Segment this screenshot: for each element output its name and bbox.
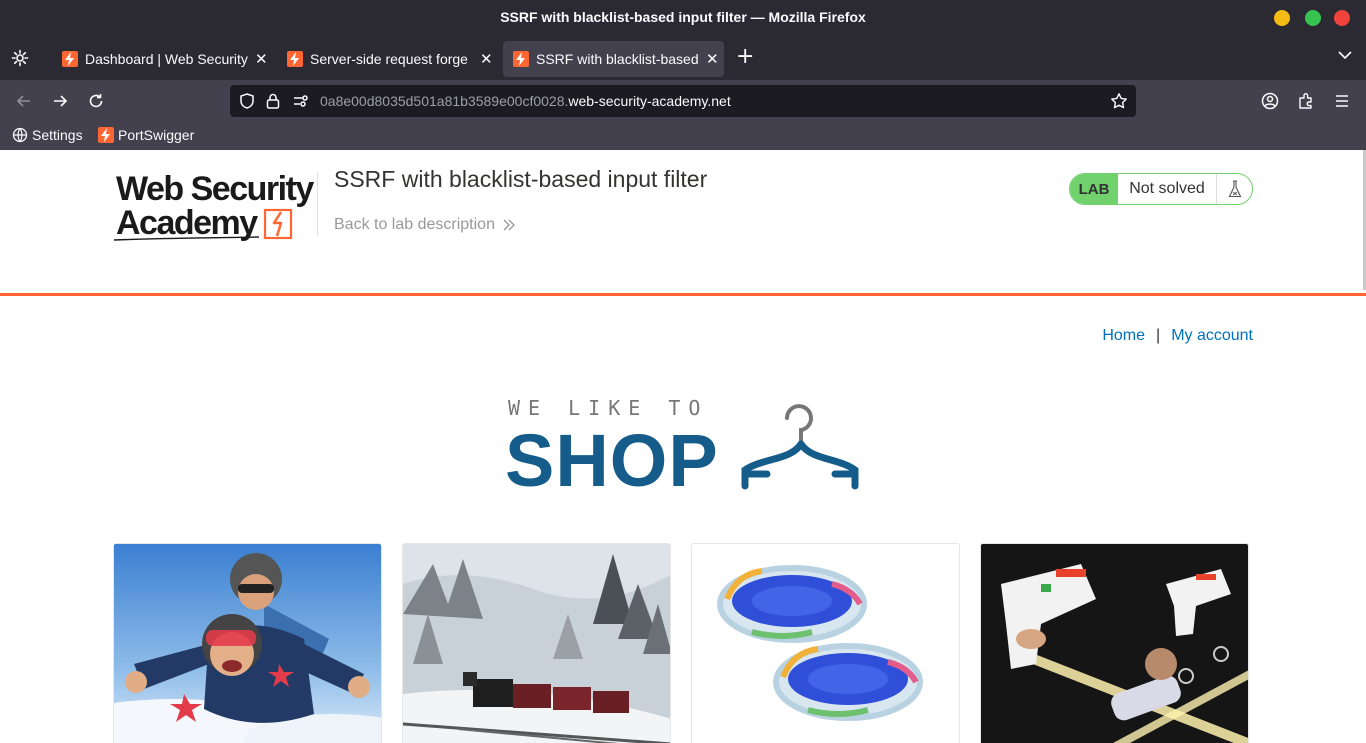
minimize-button[interactable] bbox=[1274, 10, 1290, 26]
double-chevron-right-icon bbox=[503, 219, 515, 231]
tab-ssrf-topic[interactable]: Server-side request forge ✕ bbox=[277, 41, 495, 77]
svg-text:Web Security: Web Security bbox=[116, 170, 314, 208]
maximize-button[interactable] bbox=[1305, 10, 1321, 26]
close-icon[interactable]: ✕ bbox=[706, 50, 719, 68]
tab-label: SSRF with blacklist-based bbox=[536, 51, 699, 67]
close-icon[interactable]: ✕ bbox=[480, 50, 493, 68]
lab-status-text: Not solved bbox=[1118, 174, 1217, 204]
portswigger-icon bbox=[98, 127, 114, 143]
menu-icon[interactable] bbox=[1332, 91, 1352, 111]
skydiving-product-image[interactable] bbox=[114, 544, 382, 743]
top-navigation: Home | My account bbox=[1102, 327, 1253, 345]
snowy-train-product-image[interactable] bbox=[403, 544, 671, 743]
bookmark-star-icon[interactable] bbox=[1110, 92, 1128, 110]
lab-tag: LAB bbox=[1070, 174, 1118, 204]
url-domain: web-security-academy.net bbox=[568, 93, 731, 109]
window-titlebar: SSRF with blacklist-based input filter —… bbox=[0, 0, 1366, 36]
url-subdomain: 0a8e00d8035d501a81b3589e00cf0028. bbox=[320, 93, 569, 109]
shop-banner-title: SHOP bbox=[505, 419, 719, 502]
nav-separator: | bbox=[1156, 327, 1161, 344]
product-card[interactable] bbox=[691, 543, 960, 743]
tab-label: Dashboard | Web Security bbox=[85, 51, 248, 67]
url-bar[interactable]: 0a8e00d8035d501a81b3589e00cf0028.web-sec… bbox=[230, 85, 1136, 117]
lock-icon[interactable] bbox=[265, 92, 281, 110]
lab-title: SSRF with blacklist-based input filter bbox=[334, 166, 708, 192]
globe-icon bbox=[12, 127, 28, 143]
home-link[interactable]: Home bbox=[1102, 327, 1145, 345]
lab-status-badge: LAB Not solved bbox=[1069, 173, 1253, 205]
product-card[interactable] bbox=[402, 543, 671, 743]
flask-icon bbox=[1217, 174, 1252, 204]
back-arrow-icon[interactable] bbox=[14, 91, 34, 111]
shop-banner: WE LIKE TO SHOP bbox=[505, 396, 865, 502]
paddling-pools-product-image[interactable] bbox=[692, 544, 960, 743]
window-title: SSRF with blacklist-based input filter —… bbox=[500, 9, 866, 25]
web-page: Web Security Academy SSRF with blacklist… bbox=[0, 150, 1366, 743]
reload-icon[interactable] bbox=[86, 91, 106, 111]
back-to-lab-description-link[interactable]: Back to lab description bbox=[334, 216, 516, 234]
bookmark-label: Settings bbox=[32, 127, 83, 143]
web-security-academy-logo[interactable]: Web Security Academy bbox=[113, 170, 318, 244]
tab-bar: Dashboard | Web Security ✕ Server-side r… bbox=[0, 36, 1366, 80]
permissions-icon[interactable] bbox=[293, 94, 309, 108]
new-tab-button[interactable]: + bbox=[736, 46, 754, 68]
bookmarks-toolbar: Settings PortSwigger bbox=[0, 122, 1366, 150]
portswigger-icon bbox=[513, 51, 529, 67]
navigation-toolbar: 0a8e00d8035d501a81b3589e00cf0028.web-sec… bbox=[0, 80, 1366, 122]
laser-tag-product-image[interactable] bbox=[981, 544, 1249, 743]
portswigger-icon bbox=[62, 51, 78, 67]
close-window-button[interactable] bbox=[1334, 10, 1350, 26]
bookmark-settings[interactable]: Settings bbox=[12, 127, 83, 143]
shop-banner-subtitle: WE LIKE TO bbox=[508, 396, 709, 420]
portswigger-icon bbox=[287, 51, 303, 67]
back-link-label: Back to lab description bbox=[334, 216, 495, 233]
tab-label: Server-side request forge bbox=[310, 51, 468, 67]
shield-icon[interactable] bbox=[238, 92, 256, 110]
gear-icon[interactable] bbox=[10, 48, 30, 68]
svg-text:Academy: Academy bbox=[116, 204, 258, 242]
account-icon[interactable] bbox=[1260, 91, 1280, 111]
bookmark-portswigger[interactable]: PortSwigger bbox=[98, 127, 194, 143]
close-icon[interactable]: ✕ bbox=[255, 50, 268, 68]
my-account-link[interactable]: My account bbox=[1171, 327, 1253, 345]
url-text[interactable]: 0a8e00d8035d501a81b3589e00cf0028.web-sec… bbox=[320, 93, 731, 109]
header-divider bbox=[317, 172, 318, 236]
chevron-down-icon[interactable] bbox=[1338, 50, 1352, 60]
extensions-icon[interactable] bbox=[1296, 91, 1316, 111]
bookmark-label: PortSwigger bbox=[118, 127, 195, 143]
tab-dashboard[interactable]: Dashboard | Web Security ✕ bbox=[52, 41, 270, 77]
product-card[interactable] bbox=[113, 543, 382, 743]
tab-ssrf-lab[interactable]: SSRF with blacklist-based ✕ bbox=[503, 41, 724, 77]
clothes-hanger-icon bbox=[741, 404, 859, 490]
product-card[interactable] bbox=[980, 543, 1249, 743]
academy-header: Web Security Academy SSRF with blacklist… bbox=[0, 150, 1366, 296]
forward-arrow-icon[interactable] bbox=[50, 91, 70, 111]
